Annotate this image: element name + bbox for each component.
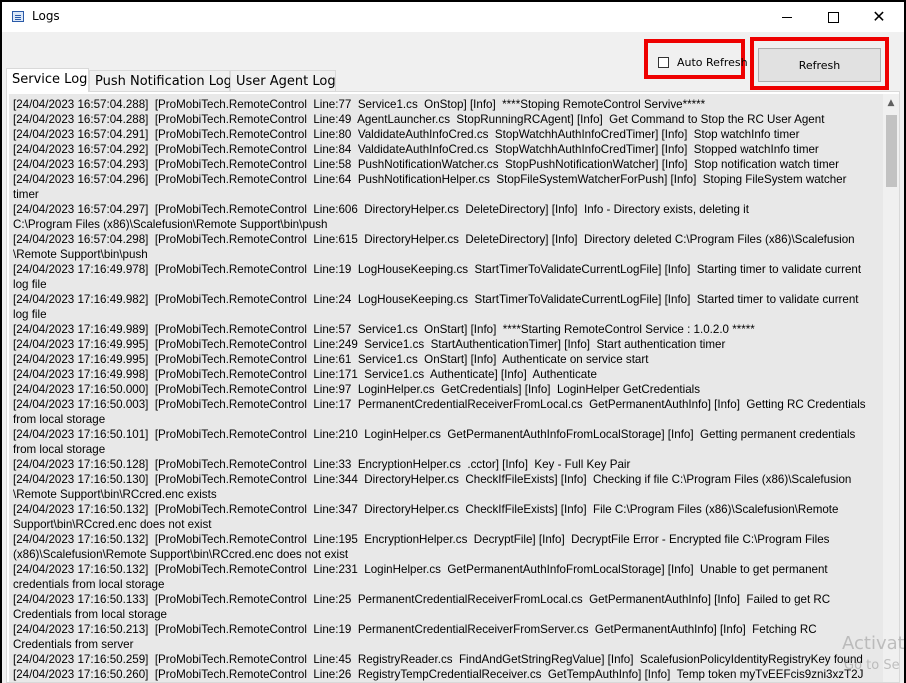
log-line: [24/04/2023 17:16:50.003] [ProMobiTech.R… <box>13 398 866 426</box>
logs-window: Logs ✕ Auto Refresh Refresh Service Log … <box>2 2 904 683</box>
tab-push-notification-log[interactable]: Push Notification Log <box>89 70 232 92</box>
log-line: [24/04/2023 17:16:50.132] [ProMobiTech.R… <box>13 533 830 561</box>
minimize-icon <box>782 16 792 18</box>
log-content: [24/04/2023 16:57:04.288] [ProMobiTech.R… <box>13 97 879 682</box>
vertical-scrollbar[interactable]: ▲ <box>883 94 899 682</box>
log-line: [24/04/2023 16:57:04.288] [ProMobiTech.R… <box>13 98 706 111</box>
log-line: [24/04/2023 16:57:04.291] [ProMobiTech.R… <box>13 128 800 141</box>
scroll-thumb[interactable] <box>886 115 897 187</box>
log-line: [24/04/2023 17:16:50.259] [ProMobiTech.R… <box>13 653 863 666</box>
log-line: [24/04/2023 17:16:49.989] [ProMobiTech.R… <box>13 323 755 336</box>
log-line: [24/04/2023 17:16:50.213] [ProMobiTech.R… <box>13 623 817 651</box>
tab-user-agent-log[interactable]: User Agent Log <box>230 70 336 92</box>
activation-watermark: Activat <box>842 633 904 654</box>
activation-watermark-sub: Go to Se <box>844 658 900 673</box>
auto-refresh-highlight: Auto Refresh <box>644 39 748 79</box>
log-line: [24/04/2023 17:16:50.130] [ProMobiTech.R… <box>13 473 852 501</box>
log-line: [24/04/2023 17:16:49.995] [ProMobiTech.R… <box>13 353 649 366</box>
auto-refresh-label[interactable]: Auto Refresh <box>677 56 748 69</box>
log-line: [24/04/2023 17:16:50.132] [ProMobiTech.R… <box>13 503 839 531</box>
log-line: [24/04/2023 17:16:50.000] [ProMobiTech.R… <box>13 383 701 396</box>
minimize-button[interactable] <box>764 2 810 32</box>
log-line: [24/04/2023 17:16:49.978] [ProMobiTech.R… <box>13 263 862 291</box>
log-line: [24/04/2023 17:16:50.128] [ProMobiTech.R… <box>13 458 631 471</box>
scroll-up-icon[interactable]: ▲ <box>883 94 899 111</box>
log-line: [24/04/2023 17:16:50.133] [ProMobiTech.R… <box>13 593 831 621</box>
close-button[interactable]: ✕ <box>856 2 902 32</box>
log-line: [24/04/2023 16:57:04.298] [ProMobiTech.R… <box>13 233 855 261</box>
tab-panel: [24/04/2023 16:57:04.288] [ProMobiTech.R… <box>6 91 900 683</box>
tab-service-log[interactable]: Service Log <box>6 68 89 92</box>
log-line: [24/04/2023 17:16:49.982] [ProMobiTech.R… <box>13 293 859 321</box>
refresh-button[interactable]: Refresh <box>758 48 881 82</box>
log-line: [24/04/2023 17:16:50.101] [ProMobiTech.R… <box>13 428 856 456</box>
log-line: [24/04/2023 17:16:49.995] [ProMobiTech.R… <box>13 338 726 351</box>
log-line: [24/04/2023 16:57:04.293] [ProMobiTech.R… <box>13 158 839 171</box>
app-icon <box>12 11 24 22</box>
refresh-highlight: Refresh <box>750 37 889 90</box>
log-textbox[interactable]: [24/04/2023 16:57:04.288] [ProMobiTech.R… <box>9 94 899 682</box>
log-line: [24/04/2023 17:16:50.260] [ProMobiTech.R… <box>13 668 864 681</box>
auto-refresh-checkbox[interactable] <box>658 57 669 68</box>
log-line: [24/04/2023 17:16:49.998] [ProMobiTech.R… <box>13 368 597 381</box>
window-title: Logs <box>32 9 60 23</box>
maximize-icon <box>827 11 839 23</box>
log-line: [24/04/2023 16:57:04.292] [ProMobiTech.R… <box>13 143 819 156</box>
maximize-button[interactable] <box>810 2 856 32</box>
log-line: [24/04/2023 16:57:04.296] [ProMobiTech.R… <box>13 173 847 201</box>
log-line: [24/04/2023 16:57:04.297] [ProMobiTech.R… <box>13 203 749 231</box>
title-bar[interactable]: Logs ✕ <box>2 2 904 32</box>
close-icon: ✕ <box>872 7 886 26</box>
log-line: [24/04/2023 16:57:04.288] [ProMobiTech.R… <box>13 113 825 126</box>
log-line: [24/04/2023 17:16:50.132] [ProMobiTech.R… <box>13 563 828 591</box>
